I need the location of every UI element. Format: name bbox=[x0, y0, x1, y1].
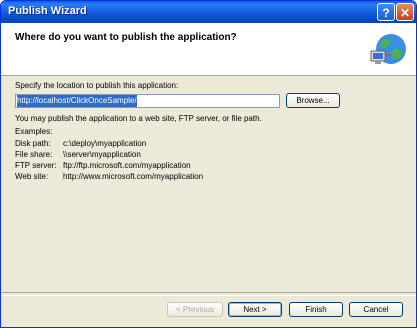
cancel-button[interactable]: Cancel bbox=[349, 302, 403, 317]
example-key: Disk path: bbox=[15, 139, 51, 148]
examples-heading: Examples: bbox=[15, 127, 53, 136]
help-button[interactable]: ? bbox=[377, 3, 395, 21]
window-title: Publish Wizard bbox=[8, 5, 87, 17]
example-key: FTP server: bbox=[15, 161, 57, 170]
next-button[interactable]: Next > bbox=[228, 302, 282, 317]
title-bar[interactable]: Publish Wizard ? ✕ bbox=[1, 1, 416, 23]
wizard-footer: < Previous Next > Finish Cancel bbox=[1, 295, 416, 327]
example-key: File share: bbox=[15, 150, 53, 159]
page-title: Where do you want to publish the applica… bbox=[15, 32, 237, 43]
location-label: Specify the location to publish this app… bbox=[15, 81, 179, 90]
example-value: ftp://ftp.microsoft.com/myapplication bbox=[63, 161, 191, 170]
close-button[interactable]: ✕ bbox=[396, 3, 414, 21]
example-value: c:\deploy\myapplication bbox=[63, 139, 147, 148]
example-value: http://www.microsoft.com/myapplication bbox=[63, 172, 204, 181]
example-value: \\server\myapplication bbox=[63, 150, 141, 159]
globe-icon bbox=[370, 34, 406, 64]
example-key: Web site: bbox=[15, 172, 49, 181]
info-text: You may publish the application to a web… bbox=[15, 114, 262, 123]
wizard-content: Specify the location to publish this app… bbox=[1, 76, 416, 292]
previous-button[interactable]: < Previous bbox=[167, 302, 223, 317]
location-input[interactable]: http://localhost/ClickOnceSample/ bbox=[15, 94, 280, 108]
location-input-value: http://localhost/ClickOnceSample/ bbox=[17, 95, 137, 107]
finish-button[interactable]: Finish bbox=[289, 302, 343, 317]
publish-wizard-window: Publish Wizard ? ✕ Where do you want to … bbox=[0, 0, 417, 328]
wizard-header: Where do you want to publish the applica… bbox=[1, 23, 416, 76]
browse-button[interactable]: Browse... bbox=[286, 93, 340, 108]
